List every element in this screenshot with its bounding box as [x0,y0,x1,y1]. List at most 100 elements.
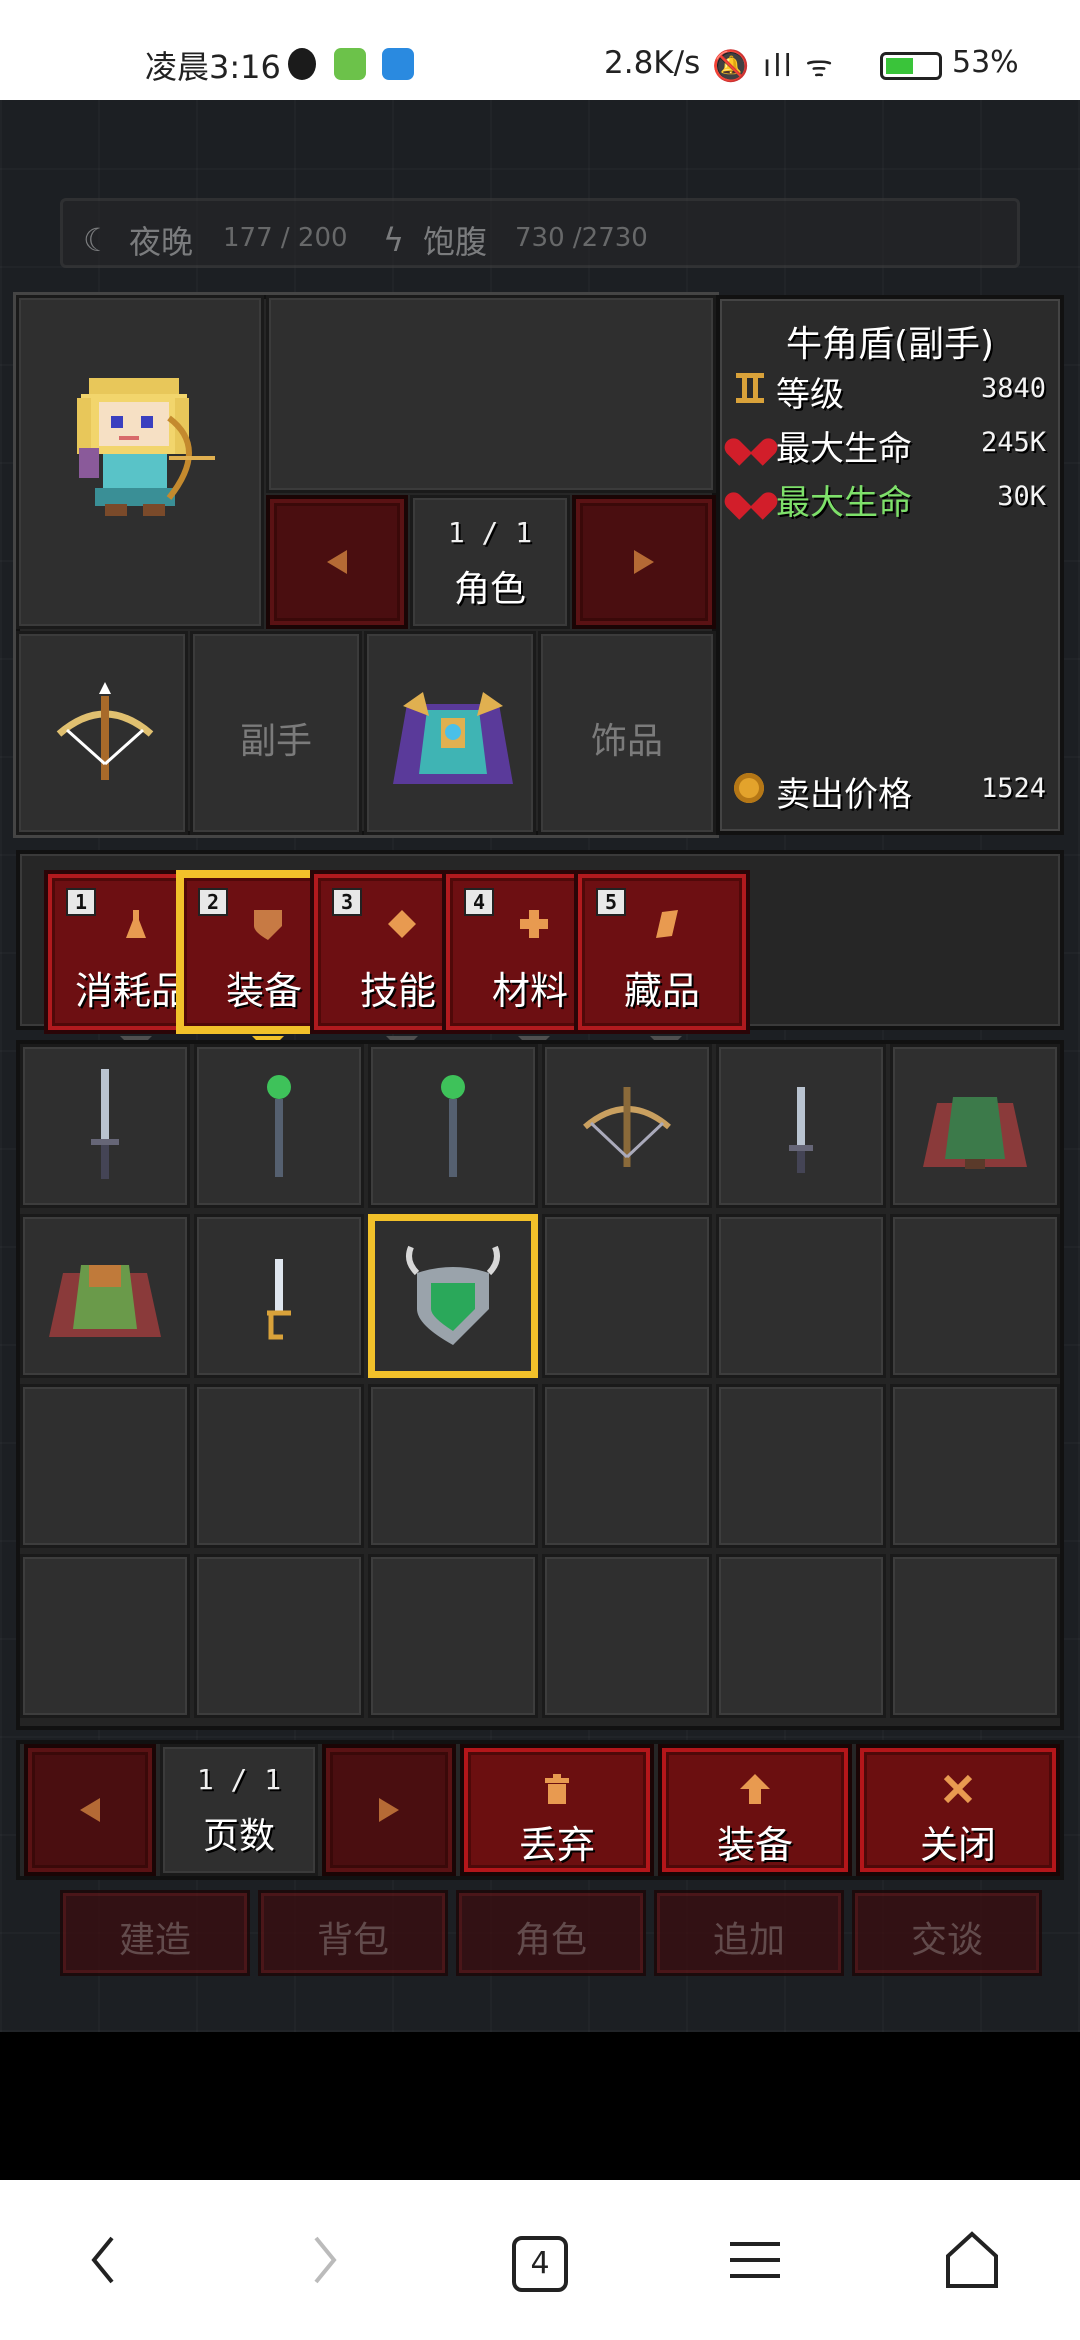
home-icon[interactable] [944,2230,1000,2290]
bg-tab-bag: 背包 [258,1890,448,1976]
battery-percent: 53% [952,45,1019,80]
status-time: 凌晨3:16 [145,48,281,86]
equip-slot-armor[interactable] [364,631,536,835]
character-prev-button[interactable] [266,495,408,629]
inventory-slot[interactable] [716,1554,886,1718]
sell-price-row: 卖出价格 1524 [734,763,1046,815]
hud-bar: ☾ 夜晚 177 / 200 ϟ 饱腹 730 /2730 [60,198,1020,268]
inventory-slot[interactable] [542,1554,712,1718]
bg-tab-append: 追加 [654,1890,844,1976]
inventory-slot[interactable] [542,1044,712,1208]
elf-archer-icon [77,378,215,516]
inventory-slot[interactable] [368,1384,538,1548]
inventory-slot[interactable] [890,1384,1060,1548]
equip-slot-accessory[interactable]: 饰品 [538,631,716,835]
close-button[interactable]: 关闭 [856,1744,1060,1876]
stat-row-level: 等级 3840 [734,363,1046,415]
inventory-slot[interactable] [194,1044,364,1208]
bg-tab-character: 角色 [456,1890,646,1976]
discard-label: 丢弃 [518,1823,595,1867]
brown-cloak-icon [49,1265,161,1337]
tab-number: 1 [66,888,96,916]
page-label: 页数 [202,1816,275,1857]
tab-number: 5 [596,888,626,916]
arrow-right-icon [379,1798,399,1822]
tab-number: 3 [332,888,362,916]
potion-icon [126,910,146,938]
inventory-slot[interactable] [194,1384,364,1548]
inventory-slot[interactable] [716,1384,886,1548]
game-area: ☾ 夜晚 177 / 200 ϟ 饱腹 730 /2730 1 / 1 角色 副… [0,100,1080,2032]
offhand-label: 副手 [239,721,312,762]
inventory-slot[interactable] [890,1554,1060,1718]
inventory-slot[interactable] [890,1044,1060,1208]
inventory-slot[interactable] [716,1214,886,1378]
page-next-button[interactable] [322,1744,456,1876]
inventory-slot[interactable] [194,1214,364,1378]
signal-icon: 🔕 ıll ᯤ [712,49,835,84]
download-icon [334,48,366,80]
bg-tab-talk: 交谈 [852,1890,1042,1976]
character-portrait[interactable] [16,295,264,629]
inventory-slot-selected[interactable] [368,1214,538,1378]
forward-icon[interactable] [310,2230,340,2290]
inventory-panel: 1 / 1 角色 副手 饰品 牛角盾(副手) 等级 3840 最大生命 245K… [16,295,1064,1976]
tab-count: 4 [530,2246,550,2281]
inventory-slot[interactable] [20,1554,190,1718]
character-page-label: 角色 [453,569,526,610]
inventory-slot[interactable] [716,1044,886,1208]
accessory-label: 饰品 [590,721,663,762]
inventory-slot[interactable] [890,1214,1060,1378]
diamond-icon [388,910,416,938]
stat-value: 3840 [980,373,1046,404]
horn-shield-icon [406,1245,500,1345]
inventory-slot[interactable] [542,1214,712,1378]
browser-nav-bar: 4 [0,2180,1080,2340]
inventory-slot[interactable] [20,1384,190,1548]
crossbow-icon [583,1087,671,1167]
equip-slot-weapon[interactable] [16,631,188,835]
equip-label: 装备 [716,1823,793,1867]
green-staff-icon [441,1075,465,1177]
tab-collectibles[interactable]: 5 藏品 [574,870,750,1052]
page-prev-button[interactable] [24,1744,156,1876]
hunger-value: 730 /2730 [515,223,648,253]
close-label: 关闭 [919,1823,996,1867]
hunger-label: 饱腹 [423,223,488,261]
bg-tab-label: 角色 [514,1920,587,1961]
inventory-slot[interactable] [368,1554,538,1718]
shield-icon [254,910,282,940]
bg-tab-label: 交谈 [910,1920,983,1961]
stat-label: 最大生命 [776,429,912,469]
coin-icon [734,773,764,803]
close-icon [943,1774,973,1804]
tab-number: 4 [464,888,494,916]
page-value: 1 / 1 [196,1763,282,1796]
bg-tab-build: 建造 [60,1890,250,1976]
inventory-grid [16,1040,1064,1730]
stat-value: 245K [980,427,1046,458]
discard-button[interactable]: 丢弃 [460,1744,654,1876]
trash-icon [545,1774,569,1804]
inventory-slot[interactable] [20,1044,190,1208]
sell-price-value: 1524 [980,773,1046,804]
tabs-button[interactable]: 4 [512,2236,568,2292]
character-page-value: 1 / 1 [447,516,533,549]
green-cloak-icon [923,1097,1027,1169]
character-next-button[interactable] [572,495,716,629]
inventory-slot[interactable] [368,1044,538,1208]
inventory-slot[interactable] [194,1554,364,1718]
heart-icon [734,427,766,457]
menu-icon[interactable] [728,2230,782,2290]
bg-tab-label: 追加 [712,1920,785,1961]
back-icon[interactable] [88,2230,118,2290]
equip-slot-offhand[interactable]: 副手 [190,631,362,835]
stat-row-max-hp: 最大生命 245K [734,417,1046,469]
character-page-box: 1 / 1 角色 [410,495,570,629]
inventory-slot[interactable] [20,1214,190,1378]
dagger-icon [789,1087,813,1173]
equip-button[interactable]: 装备 [658,1744,852,1876]
item-title: 牛角盾(副手) [785,324,995,365]
night-value: 177 / 200 [223,223,348,253]
inventory-slot[interactable] [542,1384,712,1548]
